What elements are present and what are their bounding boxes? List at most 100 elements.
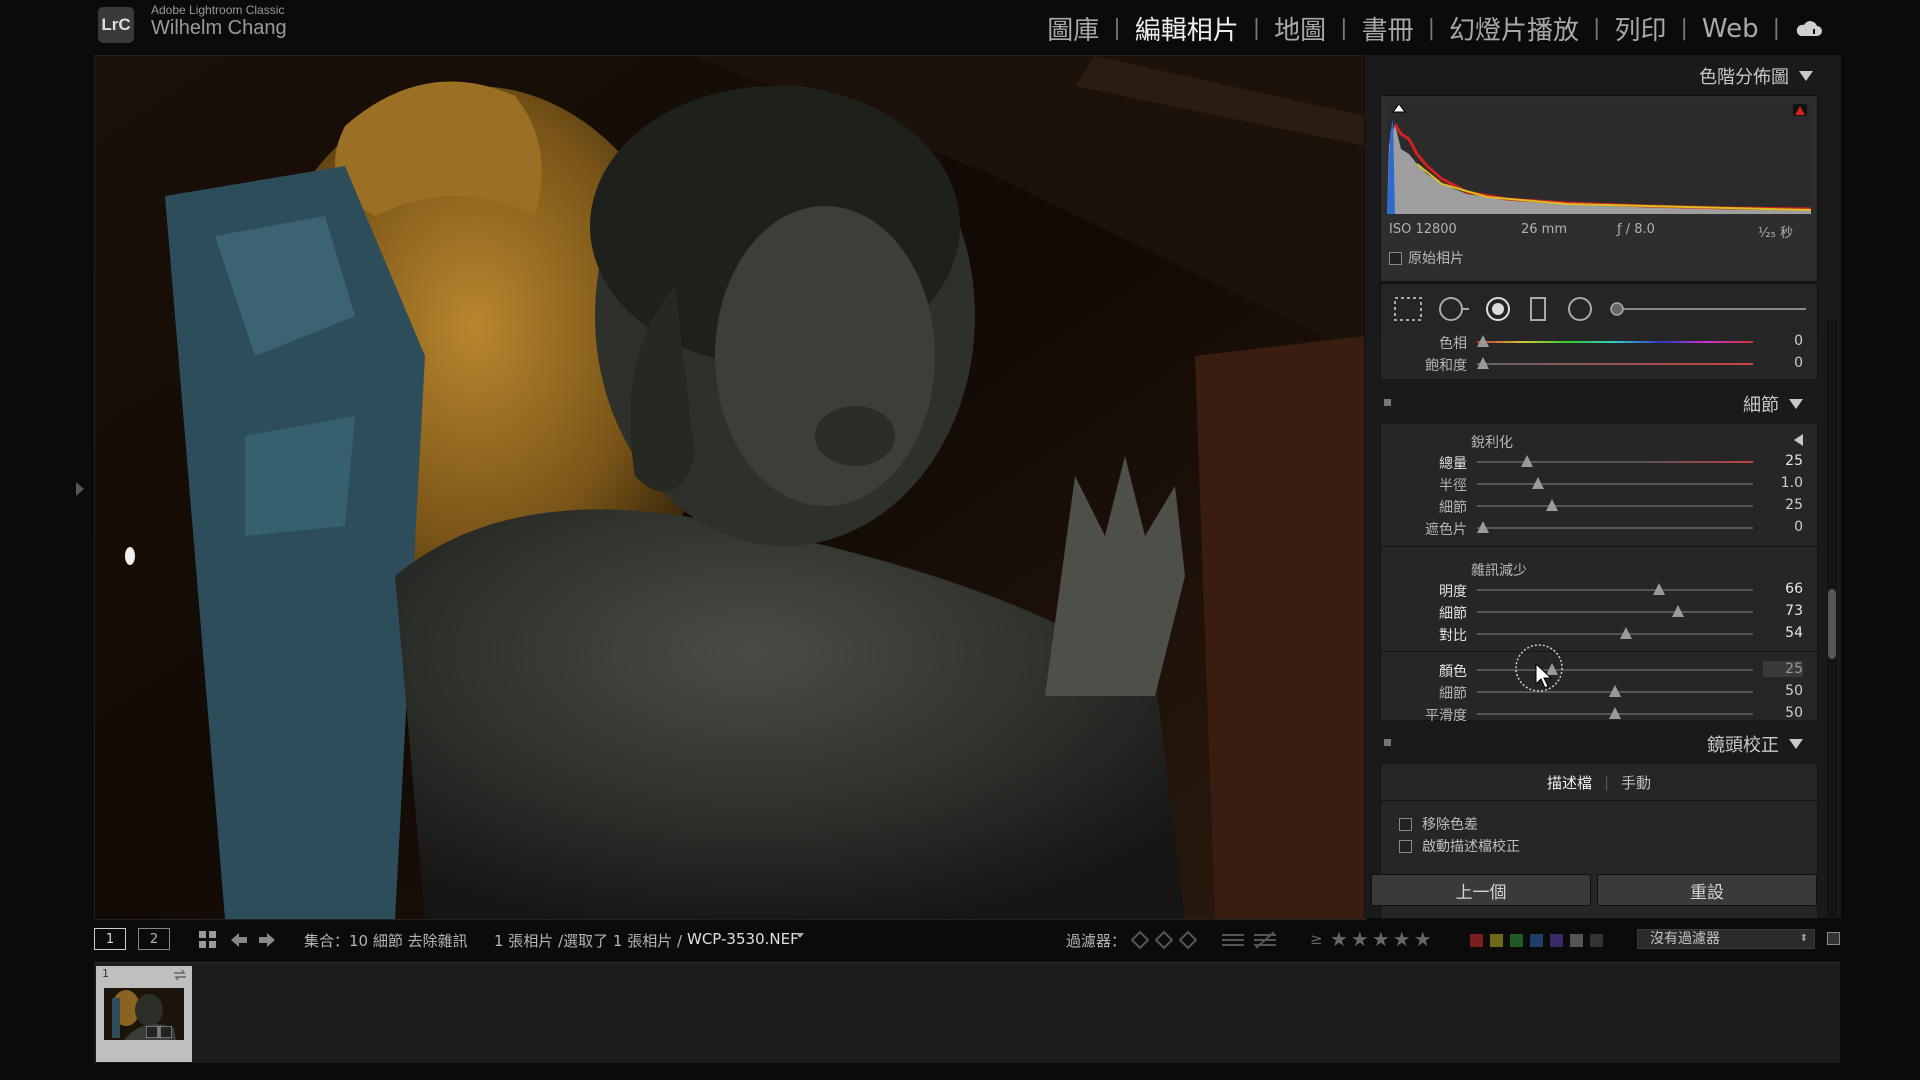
panel-switch-icon[interactable] (1384, 399, 1391, 406)
slider-knob[interactable] (1531, 477, 1544, 489)
secondary-display-button[interactable]: 2 (138, 928, 170, 950)
slider-track[interactable] (1477, 505, 1753, 507)
module-book[interactable]: 書冊 (1348, 10, 1428, 47)
slider-track[interactable] (1477, 527, 1753, 529)
module-slideshow[interactable]: 幻燈片播放 (1435, 10, 1593, 47)
slider-noise-luminance-contrast[interactable]: 對比 54 (1381, 623, 1817, 645)
color-label-blue[interactable] (1530, 934, 1543, 947)
remove-chromatic-aberration-checkbox[interactable] (1399, 817, 1412, 831)
slider-knob[interactable] (1476, 335, 1489, 347)
module-develop[interactable]: 編輯相片 (1121, 10, 1253, 47)
grid-view-icon[interactable] (198, 930, 218, 950)
filename[interactable]: WCP-3530.NEF (687, 930, 799, 948)
left-panel-toggle-icon[interactable] (76, 482, 84, 496)
slider-knob[interactable] (1620, 627, 1633, 639)
slider-sharpen-amount[interactable]: 總量 25 (1381, 451, 1817, 473)
color-label-custom[interactable] (1570, 934, 1583, 947)
back-arrow-icon[interactable] (230, 931, 248, 949)
cloud-sync-icon[interactable] (1794, 17, 1824, 41)
slider-noise-color[interactable]: 顏色 25 (1381, 659, 1817, 681)
slider-value[interactable]: 0 (1763, 519, 1803, 535)
module-print[interactable]: 列印 (1600, 10, 1680, 47)
filter-lock-icon[interactable] (1827, 932, 1840, 945)
original-photo-checkbox[interactable] (1389, 251, 1402, 265)
slider-knob[interactable] (1520, 455, 1533, 467)
filmstrip-thumbnail[interactable]: 1 (96, 966, 192, 1062)
slider-sharpen-detail[interactable]: 細節 25 (1381, 495, 1817, 517)
slider-value[interactable]: 66 (1763, 581, 1803, 597)
color-label-purple[interactable] (1550, 934, 1563, 947)
graduated-filter-icon[interactable] (1529, 296, 1547, 322)
panel-scrollbar-thumb[interactable] (1828, 589, 1836, 659)
module-web[interactable]: Web (1688, 14, 1773, 44)
flag-filter-icons[interactable] (1130, 930, 1200, 950)
enable-profile-correction-option[interactable]: 啟動描述檔校正 (1399, 836, 1520, 856)
module-map[interactable]: 地圖 (1260, 10, 1340, 47)
radial-filter-icon[interactable] (1567, 296, 1593, 322)
red-eye-icon[interactable] (1485, 296, 1511, 322)
slider-value[interactable]: 25 (1763, 661, 1803, 677)
rating-operator[interactable]: ≥ (1310, 930, 1323, 948)
panel-switch-icon[interactable] (1384, 739, 1391, 746)
slider-value[interactable]: 54 (1763, 625, 1803, 641)
enable-profile-correction-checkbox[interactable] (1399, 839, 1412, 853)
collection-path[interactable]: 集合：10 細節 去除雜訊 (304, 930, 468, 951)
histogram-header[interactable]: 色階分佈圖 (1699, 63, 1813, 89)
slider-track[interactable] (1477, 461, 1753, 463)
slider-saturation[interactable]: 飽和度 0 (1381, 353, 1817, 375)
slider-value[interactable]: 25 (1763, 453, 1803, 469)
rating-stars[interactable]: ★★★★★ (1330, 927, 1435, 951)
slider-value[interactable]: 25 (1763, 497, 1803, 513)
slider-track[interactable] (1477, 341, 1753, 343)
slider-track[interactable] (1477, 611, 1753, 613)
slider-value[interactable]: 73 (1763, 603, 1803, 619)
brush-size-slider[interactable] (1616, 308, 1806, 310)
reset-button[interactable]: 重設 (1597, 874, 1817, 906)
slider-value[interactable]: 50 (1763, 683, 1803, 699)
slider-track[interactable] (1477, 483, 1753, 485)
primary-display-button[interactable]: 1 (94, 928, 126, 950)
slider-sharpen-radius[interactable]: 半徑 1.0 (1381, 473, 1817, 495)
slider-value[interactable]: 1.0 (1763, 475, 1803, 491)
adjustment-brush-icon[interactable] (1609, 301, 1625, 317)
slider-track[interactable] (1477, 589, 1753, 591)
filter-preset-select[interactable]: 沒有過濾器 ⬍ (1637, 929, 1815, 949)
slider-hue[interactable]: 色相 0 (1381, 331, 1817, 353)
slider-noise-luminance-detail[interactable]: 細節 73 (1381, 601, 1817, 623)
slider-value[interactable]: 0 (1763, 355, 1803, 371)
filename-dropdown-icon[interactable] (796, 933, 804, 938)
original-photo-toggle[interactable]: 原始相片 (1389, 248, 1464, 268)
tab-profile[interactable]: 描述檔 (1547, 772, 1592, 793)
slider-track[interactable] (1477, 363, 1753, 365)
slider-track[interactable] (1477, 633, 1753, 635)
slider-knob[interactable] (1672, 605, 1685, 617)
crop-overlay-icon[interactable] (1393, 296, 1423, 322)
previous-button[interactable]: 上一個 (1371, 874, 1591, 906)
slider-knob[interactable] (1653, 583, 1666, 595)
edit-filter-icons[interactable] (1220, 930, 1280, 950)
slider-sharpen-masking[interactable]: 遮色片 0 (1381, 517, 1817, 539)
color-label-red[interactable] (1470, 934, 1483, 947)
slider-noise-luminance[interactable]: 明度 66 (1381, 579, 1817, 601)
sharpening-preview-toggle-icon[interactable] (1794, 434, 1803, 446)
slider-knob[interactable] (1476, 357, 1489, 369)
slider-knob[interactable] (1609, 707, 1621, 719)
tab-manual[interactable]: 手動 (1621, 772, 1651, 793)
spot-removal-icon[interactable] (1437, 296, 1471, 322)
slider-value[interactable]: 0 (1763, 333, 1803, 349)
slider-knob[interactable] (1545, 499, 1558, 511)
slider-noise-color-detail[interactable]: 細節 50 (1381, 681, 1817, 703)
lens-correction-header[interactable]: 鏡頭校正 (1380, 725, 1816, 761)
module-library[interactable]: 圖庫 (1033, 10, 1113, 47)
color-label-green[interactable] (1510, 934, 1523, 947)
slider-knob[interactable] (1476, 521, 1489, 533)
histogram-graph[interactable] (1387, 104, 1811, 214)
slider-knob[interactable] (1609, 685, 1621, 697)
slider-noise-color-smoothness[interactable]: 平滑度 50 (1381, 703, 1817, 725)
color-label-none[interactable] (1590, 934, 1603, 947)
slider-value[interactable]: 50 (1763, 705, 1803, 721)
detail-section-header[interactable]: 細節 (1380, 385, 1816, 421)
color-label-yellow[interactable] (1490, 934, 1503, 947)
remove-chromatic-aberration-option[interactable]: 移除色差 (1399, 814, 1478, 834)
forward-arrow-icon[interactable] (258, 931, 276, 949)
